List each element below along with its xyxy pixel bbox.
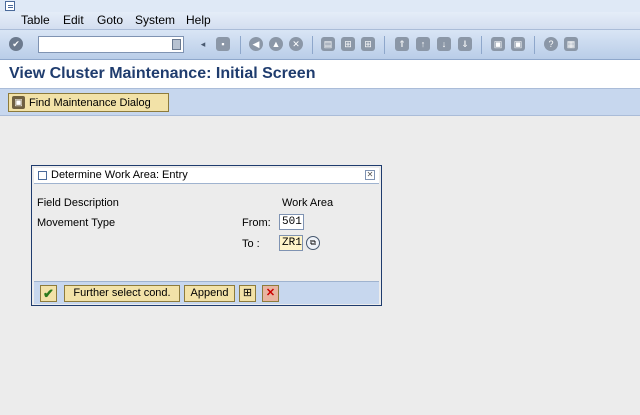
exit-icon[interactable]: ▲ <box>269 37 283 51</box>
menu-help[interactable]: Help <box>186 13 211 27</box>
continue-button[interactable]: ✔ <box>40 285 57 302</box>
field-description-header: Field Description <box>37 197 119 209</box>
collapse-icon[interactable]: ◂ <box>199 37 207 51</box>
append-button[interactable]: Append <box>184 285 235 302</box>
help-icon[interactable]: ? <box>544 37 558 51</box>
dialog-titlebar: Determine Work Area: Entry ✕ <box>34 168 379 184</box>
close-icon[interactable]: ✕ <box>365 170 375 180</box>
first-page-icon[interactable]: ⇑ <box>395 37 409 51</box>
application-toolbar: ▣ Find Maintenance Dialog <box>0 88 640 116</box>
work-area-header: Work Area <box>282 197 334 209</box>
print-icon[interactable]: ▤ <box>321 37 335 51</box>
cancel-icon[interactable]: ✕ <box>289 37 303 51</box>
dialog-window-icon <box>38 171 47 180</box>
dialog-title: Determine Work Area: Entry <box>51 169 188 181</box>
save-icon[interactable]: ▪ <box>216 37 230 51</box>
to-label: To : <box>242 238 260 250</box>
multiple-selection-icon[interactable]: ⧉ <box>306 236 320 250</box>
toolbar-separator <box>312 36 313 54</box>
find-next-icon[interactable]: ⊞ <box>361 37 375 51</box>
from-field[interactable]: 501 <box>279 214 304 230</box>
menu-system[interactable]: System <box>135 13 175 27</box>
toolbar-separator <box>534 36 535 54</box>
window-icon-strip <box>0 0 640 12</box>
last-page-icon[interactable]: ⇓ <box>458 37 472 51</box>
movement-type-label: Movement Type <box>37 217 116 229</box>
standard-toolbar: ✔ ◂ ▪ ◀ ▲ ✕ ▤ ⊞ ⊞ ⇑ ↑ ↓ ⇓ ▣ ▣ ? ▦ <box>0 29 640 60</box>
toolbar-separator <box>481 36 482 54</box>
binoculars-icon: ▣ <box>12 96 25 109</box>
menu-edit[interactable]: Edit <box>63 13 84 27</box>
dialog-footer: ✔ Further select cond. Append ⊞ ✕ <box>34 281 379 304</box>
enter-icon[interactable]: ✔ <box>9 37 23 51</box>
back-icon[interactable]: ◀ <box>249 37 263 51</box>
menu-table[interactable]: Table <box>21 13 50 27</box>
previous-page-icon[interactable]: ↑ <box>416 37 430 51</box>
next-page-icon[interactable]: ↓ <box>437 37 451 51</box>
title-bar: View Cluster Maintenance: Initial Screen <box>0 60 640 88</box>
toolbar-separator <box>384 36 385 54</box>
cancel-button[interactable]: ✕ <box>262 285 279 302</box>
choose-icon[interactable]: ⊞ <box>239 285 256 302</box>
find-maintenance-dialog-button[interactable]: ▣ Find Maintenance Dialog <box>8 93 169 112</box>
work-area-dialog: Determine Work Area: Entry ✕ Field Descr… <box>31 165 382 306</box>
to-field[interactable]: ZR1 <box>279 235 303 251</box>
command-history-icon[interactable] <box>172 39 181 50</box>
new-session-icon[interactable]: ▣ <box>491 37 505 51</box>
layout-icon[interactable]: ▦ <box>564 37 578 51</box>
window-menu-icon[interactable] <box>5 1 15 11</box>
menu-goto[interactable]: Goto <box>97 13 123 27</box>
find-maintenance-dialog-label: Find Maintenance Dialog <box>29 96 151 109</box>
from-label: From: <box>242 217 271 229</box>
shortcut-icon[interactable]: ▣ <box>511 37 525 51</box>
menu-bar: Table Edit Goto System Help <box>0 12 640 29</box>
find-icon[interactable]: ⊞ <box>341 37 355 51</box>
further-select-cond-button[interactable]: Further select cond. <box>64 285 180 302</box>
page-title: View Cluster Maintenance: Initial Screen <box>9 65 316 82</box>
command-field[interactable] <box>38 36 184 53</box>
toolbar-separator <box>240 36 241 54</box>
